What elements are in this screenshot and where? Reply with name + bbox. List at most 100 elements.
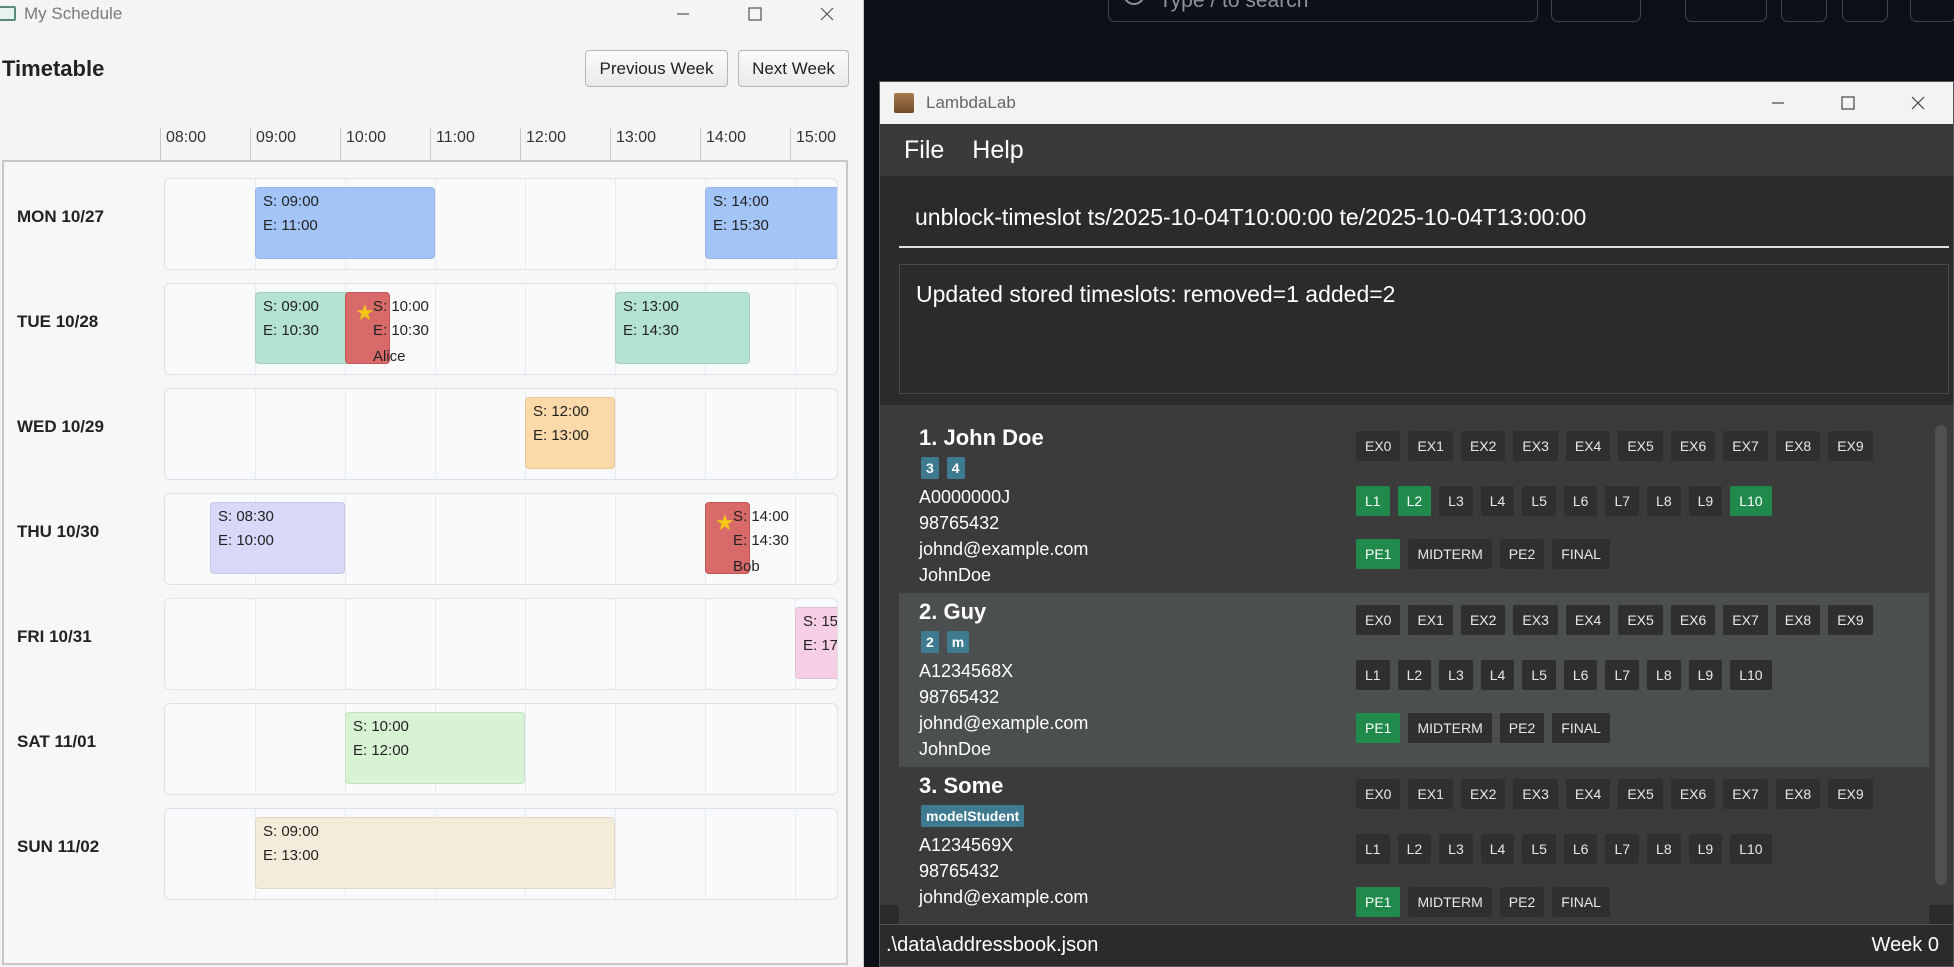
lab-chip[interactable]: L9 [1688,486,1723,516]
exercise-chip[interactable]: EX6 [1670,779,1716,809]
background-copilot-button[interactable] [1551,0,1641,22]
lab-chip[interactable]: L4 [1480,486,1515,516]
lab-chip[interactable]: L1 [1356,486,1390,516]
close-button[interactable] [791,0,863,27]
lab-chip[interactable]: L5 [1522,834,1556,864]
lab-chip[interactable]: L7 [1605,660,1640,690]
lab-chip[interactable]: L9 [1688,660,1723,690]
exercise-chip[interactable]: EX8 [1775,431,1821,461]
exam-chip[interactable]: MIDTERM [1408,539,1492,569]
lab-chip[interactable]: L5 [1522,660,1556,690]
lab-chip[interactable]: L3 [1439,486,1473,516]
person-card[interactable]: 3. Some modelStudent A1234569X 98765432 john… [899,767,1929,941]
lab-chip[interactable]: L5 [1522,486,1556,516]
maximize-button[interactable] [719,0,791,27]
timeslot-block[interactable]: S: 14:00 E: 15:30 [705,187,837,259]
lab-chip[interactable]: L4 [1480,660,1515,690]
lab-chip[interactable]: L2 [1397,660,1432,690]
day-track[interactable]: S: 09:00 E: 11:00 S: 14:00 E: 15:30 [164,178,838,270]
lab-chip[interactable]: L10 [1730,834,1772,864]
exercise-chip[interactable]: EX6 [1670,605,1716,635]
lab-chip[interactable]: L1 [1356,834,1390,864]
lab-chip[interactable]: L10 [1730,486,1772,516]
exercise-chip[interactable]: EX9 [1828,779,1873,809]
exercise-chip[interactable]: EX4 [1565,605,1611,635]
timeslot-block[interactable]: S: 10:00 E: 12:00 [345,712,525,784]
exam-chip[interactable]: PE2 [1499,713,1545,743]
timeslot-block[interactable]: S: 15:0 E: 17:0 [795,607,837,679]
exercise-chip[interactable]: EX3 [1513,605,1558,635]
menu-help[interactable]: Help [972,136,1023,165]
day-track[interactable]: S: 12:00 E: 13:00 [164,388,838,480]
day-track[interactable]: S: 08:30 E: 10:00 ★ S: 14:00 E: 14:30 Bob [164,493,838,585]
exercise-chip[interactable]: EX3 [1513,431,1558,461]
exam-chip[interactable]: FINAL [1552,713,1610,743]
timeslot-block[interactable]: S: 09:00 E: 13:00 [255,817,615,889]
lab-chip[interactable]: L7 [1605,486,1640,516]
lab-chip[interactable]: L10 [1730,660,1772,690]
command-input[interactable]: unblock-timeslot ts/2025-10-04T10:00:00 … [899,188,1949,248]
day-track[interactable]: S: 09:00 E: 13:00 [164,808,838,900]
exercise-chip[interactable]: EX7 [1723,779,1768,809]
exercise-chip[interactable]: EX1 [1408,605,1453,635]
exercise-chip[interactable]: EX2 [1460,431,1506,461]
day-track[interactable]: S: 10:00 E: 12:00 [164,703,838,795]
exercise-chip[interactable]: EX0 [1356,431,1401,461]
lab-chip[interactable]: L4 [1480,834,1515,864]
lab-chip[interactable]: L2 [1397,486,1432,516]
exercise-chip[interactable]: EX9 [1828,605,1873,635]
lab-chip[interactable]: L3 [1439,660,1473,690]
lab-chip[interactable]: L3 [1439,834,1473,864]
exercise-chip[interactable]: EX0 [1356,779,1401,809]
lab-chip[interactable]: L8 [1647,486,1681,516]
exercise-chip[interactable]: EX6 [1670,431,1716,461]
student-timeslot[interactable]: ★ S: 10:00 E: 10:30 Alice [345,292,429,365]
exam-chip[interactable]: PE1 [1356,539,1401,569]
exam-chip[interactable]: PE2 [1499,887,1545,917]
exam-chip[interactable]: MIDTERM [1408,713,1492,743]
exercise-chip[interactable]: EX5 [1618,605,1663,635]
maximize-button[interactable] [1813,82,1883,124]
lab-chip[interactable]: L8 [1647,834,1681,864]
lab-chip[interactable]: L1 [1356,660,1390,690]
exam-chip[interactable]: PE1 [1356,713,1401,743]
timeslot-block[interactable]: S: 13:00 E: 14:30 [615,292,750,364]
exercise-chip[interactable]: EX5 [1618,431,1663,461]
student-timeslot[interactable]: ★ S: 14:00 E: 14:30 Bob [705,502,789,575]
minimize-button[interactable] [1743,82,1813,124]
lab-chip[interactable]: L6 [1563,486,1598,516]
timeslot-block[interactable]: S: 12:00 E: 13:00 [525,397,615,469]
exercise-chip[interactable]: EX5 [1618,779,1663,809]
background-issues-button[interactable] [1781,0,1827,22]
exercise-chip[interactable]: EX1 [1408,779,1453,809]
previous-week-button[interactable]: Previous Week [585,50,728,87]
timeslot-block[interactable]: S: 09:00 E: 11:00 [255,187,435,259]
exam-chip[interactable]: FINAL [1552,539,1610,569]
timeslot-block[interactable]: S: 08:30 E: 10:00 [210,502,345,574]
person-card[interactable]: 2. Guy 2 m A1234568X 98765432 johnd@example.c… [899,593,1929,767]
day-track[interactable]: S: 15:0 E: 17:0 [164,598,838,690]
exercise-chip[interactable]: EX9 [1828,431,1873,461]
lab-chip[interactable]: L7 [1605,834,1640,864]
background-inbox-button[interactable] [1910,0,1954,22]
lab-chip[interactable]: L9 [1688,834,1723,864]
exam-chip[interactable]: FINAL [1552,887,1610,917]
exercise-chip[interactable]: EX7 [1723,605,1768,635]
close-button[interactable] [1883,82,1953,124]
person-list-scrollbar[interactable] [1935,425,1947,885]
exercise-chip[interactable]: EX8 [1775,779,1821,809]
lab-chip[interactable]: L8 [1647,660,1681,690]
lab-chip[interactable]: L6 [1563,834,1598,864]
minimize-button[interactable] [647,0,719,27]
lab-chip[interactable]: L2 [1397,834,1432,864]
exercise-chip[interactable]: EX4 [1565,779,1611,809]
lab-chip[interactable]: L6 [1563,660,1598,690]
exercise-chip[interactable]: EX1 [1408,431,1453,461]
exam-chip[interactable]: PE2 [1499,539,1545,569]
exercise-chip[interactable]: EX0 [1356,605,1401,635]
exercise-chip[interactable]: EX2 [1460,605,1506,635]
next-week-button[interactable]: Next Week [738,50,849,87]
exam-chip[interactable]: MIDTERM [1408,887,1492,917]
exercise-chip[interactable]: EX8 [1775,605,1821,635]
day-track[interactable]: S: 09:00 E: 10:30 ★ S: 10:00 E: 10:30 Alice S:… [164,283,838,375]
